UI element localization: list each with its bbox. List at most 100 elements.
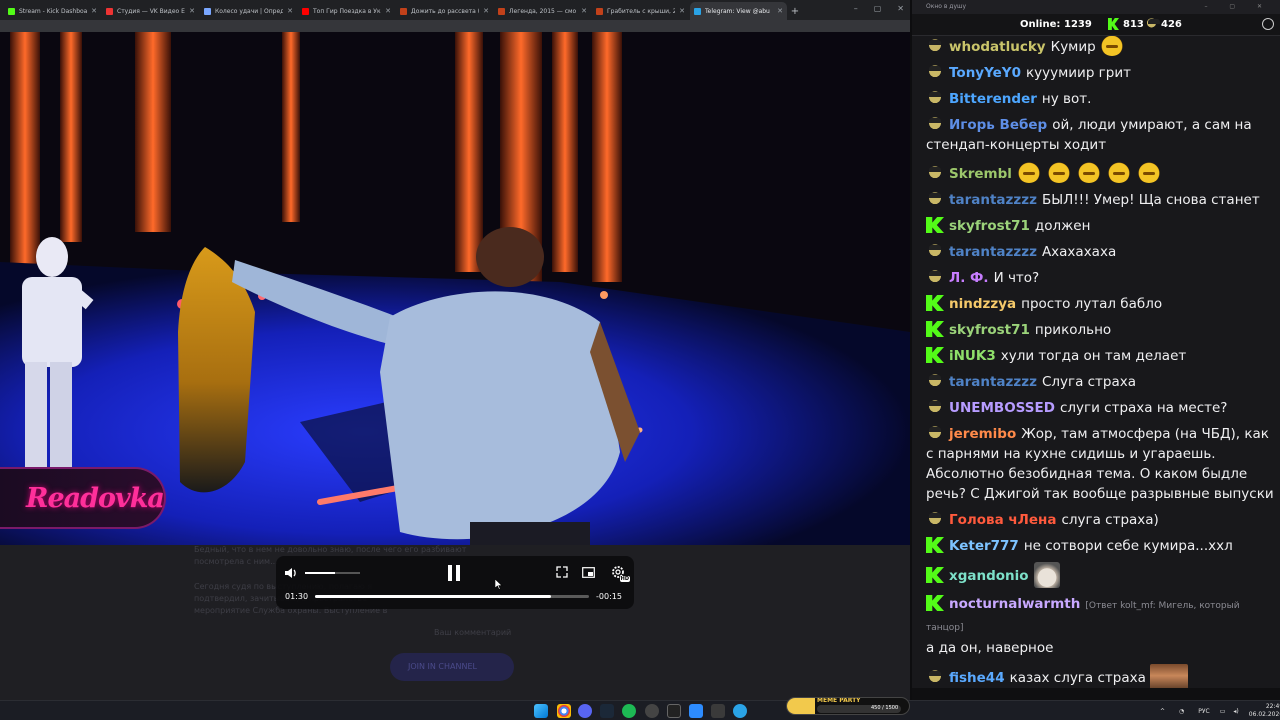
- browser-tab[interactable]: Telegram: View @abu ✕: [690, 2, 787, 20]
- chat-message: Keter777 не сотвори себе кумира...ххл: [912, 534, 1280, 560]
- chat-username[interactable]: skyfrost71: [949, 218, 1030, 234]
- comment-placeholder[interactable]: Ваш комментарий: [434, 628, 511, 637]
- chat-username[interactable]: xgandonio: [949, 568, 1029, 584]
- chat-username[interactable]: tarantazzzz: [949, 244, 1037, 260]
- tab-close-icon[interactable]: ✕: [679, 7, 685, 15]
- chat-username[interactable]: Голова чЛена: [949, 512, 1056, 528]
- chat-header: Online: 1239 813 426: [912, 14, 1280, 36]
- chat-username[interactable]: Л. Ф.: [949, 270, 989, 286]
- tab-close-icon[interactable]: ✕: [581, 7, 587, 15]
- browser-tab[interactable]: Грабитель с крыши, 2 ✕: [592, 2, 689, 20]
- video-frame[interactable]: Readovka: [0, 32, 910, 545]
- maximize-button[interactable]: ▢: [874, 4, 882, 13]
- settings-gear-icon[interactable]: [1262, 18, 1274, 30]
- chat-username[interactable]: nocturnalwarmth: [949, 596, 1080, 612]
- chat-message: nindzzya просто лутал бабло: [912, 292, 1280, 318]
- volume-icon[interactable]: ◂): [1233, 708, 1238, 715]
- telegram-icon[interactable]: [733, 704, 747, 718]
- tab-close-icon[interactable]: ✕: [385, 7, 391, 15]
- language-indicator[interactable]: РУС: [1198, 708, 1209, 715]
- mouse-cursor: [494, 578, 504, 590]
- chat-message: jeremibo Жор, там атмосфера (на ЧБД), как…: [912, 422, 1280, 508]
- chat-window-controls[interactable]: – ▢ ✕: [1204, 3, 1272, 10]
- browser-tab[interactable]: Студия — VK Видео Е ✕: [102, 2, 199, 20]
- app-icon[interactable]: [667, 704, 681, 718]
- chat-username[interactable]: tarantazzzz: [949, 374, 1037, 390]
- chat-username[interactable]: Bitterender: [949, 91, 1037, 107]
- tab-label: Легенда, 2015 — смо: [509, 7, 577, 15]
- discord-icon[interactable]: [578, 704, 592, 718]
- chat-message: skyfrost71 должен: [912, 214, 1280, 240]
- minimize-button[interactable]: –: [854, 4, 858, 13]
- media-player-icon[interactable]: [689, 704, 703, 718]
- wifi-icon[interactable]: ◔: [1179, 708, 1184, 715]
- tab-close-icon[interactable]: ✕: [483, 7, 489, 15]
- chat-username[interactable]: UNEMBOSSED: [949, 400, 1055, 416]
- tab-close-icon[interactable]: ✕: [777, 7, 783, 15]
- chat-username[interactable]: TonyYeY0: [949, 65, 1021, 81]
- start-button-icon[interactable]: [534, 704, 548, 718]
- tab-label: Stream - Kick Dashboa: [19, 7, 88, 15]
- chat-username[interactable]: Игорь Вебер: [949, 117, 1047, 133]
- network-icon[interactable]: ▭: [1220, 708, 1226, 715]
- chat-message-text: слуги страха на месте?: [1059, 400, 1228, 416]
- chat-username[interactable]: whodatlucky: [949, 39, 1046, 55]
- tab-close-icon[interactable]: ✕: [287, 7, 293, 15]
- browser-tab[interactable]: Дожить до рассвета (✕: [396, 2, 493, 20]
- chat-message: Голова чЛена слуга страха): [912, 508, 1280, 534]
- toolbar-strip: [0, 20, 910, 32]
- chat-username[interactable]: skyfrost71: [949, 322, 1030, 338]
- steam-icon[interactable]: [600, 704, 614, 718]
- tab-favicon-icon: [302, 7, 309, 15]
- chevron-up-icon[interactable]: ^: [1160, 708, 1165, 715]
- chat-window: Окно в душу – ▢ ✕ Online: 1239 813 426 w…: [910, 0, 1280, 700]
- chat-username[interactable]: fishe44: [949, 670, 1005, 686]
- tab-close-icon[interactable]: ✕: [91, 7, 97, 15]
- picture-in-picture-button[interactable]: [581, 565, 596, 579]
- tab-label: Колесо удачи | Опред: [215, 7, 284, 15]
- chat-message: Skrembl: [912, 159, 1280, 188]
- pause-icon: [448, 565, 460, 581]
- tab-favicon-icon: [204, 7, 211, 15]
- chat-username[interactable]: iNUK3: [949, 348, 996, 364]
- spotify-icon[interactable]: [622, 704, 636, 718]
- seek-bar[interactable]: [315, 595, 589, 598]
- tab-bar: Stream - Kick Dashboa ✕ Студия — VK Видео …: [0, 0, 910, 20]
- browser-tab[interactable]: Топ Гир Поездка в Ук ✕: [298, 2, 395, 20]
- new-tab-button[interactable]: +: [788, 2, 802, 20]
- chat-message-text: слуга страха): [1061, 512, 1159, 528]
- obs-icon[interactable]: [645, 704, 659, 718]
- pause-button[interactable]: [445, 564, 463, 582]
- chat-username[interactable]: nindzzya: [949, 296, 1016, 312]
- fullscreen-button[interactable]: [555, 565, 569, 579]
- tab-close-icon[interactable]: ✕: [189, 7, 195, 15]
- emote-icon: [1136, 161, 1161, 183]
- kick-badge-icon: [926, 567, 944, 583]
- volume-button[interactable]: [283, 565, 299, 581]
- channel-watermark: Readovka: [0, 467, 166, 529]
- chat-footer: [912, 688, 1280, 700]
- chat-message: fishe44 казах слуга страха: [912, 662, 1280, 688]
- chrome-icon[interactable]: [557, 704, 571, 718]
- chat-message: tarantazzzz БЫЛ!!! Умер! Ща снова станет: [912, 188, 1280, 214]
- file-explorer-icon[interactable]: [711, 704, 725, 718]
- browser-tab[interactable]: Stream - Kick Dashboa ✕: [4, 2, 101, 20]
- chat-username[interactable]: tarantazzzz: [949, 192, 1037, 208]
- settings-button[interactable]: HD: [609, 564, 630, 582]
- chat-username[interactable]: Keter777: [949, 538, 1019, 554]
- volume-level: [305, 572, 336, 574]
- chat-message-text: хули тогда он там делает: [1000, 348, 1187, 364]
- browser-tab[interactable]: Колесо удачи | Опред ✕: [200, 2, 297, 20]
- clock[interactable]: 22:49 06.02.2026: [1249, 703, 1280, 719]
- tab-favicon-icon: [8, 7, 15, 15]
- kick-badge-icon: [926, 347, 944, 363]
- chat-username[interactable]: Skrembl: [949, 166, 1012, 182]
- volume-slider[interactable]: [305, 572, 360, 574]
- post-text-line: посмотрела с ним...: [194, 557, 278, 566]
- close-button[interactable]: ✕: [897, 4, 904, 13]
- platform-badge-icon: [926, 38, 944, 54]
- emote-icon: [1046, 161, 1071, 183]
- browser-tab[interactable]: Легенда, 2015 — смо ✕: [494, 2, 591, 20]
- chat-username[interactable]: jeremibo: [949, 426, 1016, 442]
- join-channel-button[interactable]: JOIN IN CHANNEL: [390, 653, 514, 681]
